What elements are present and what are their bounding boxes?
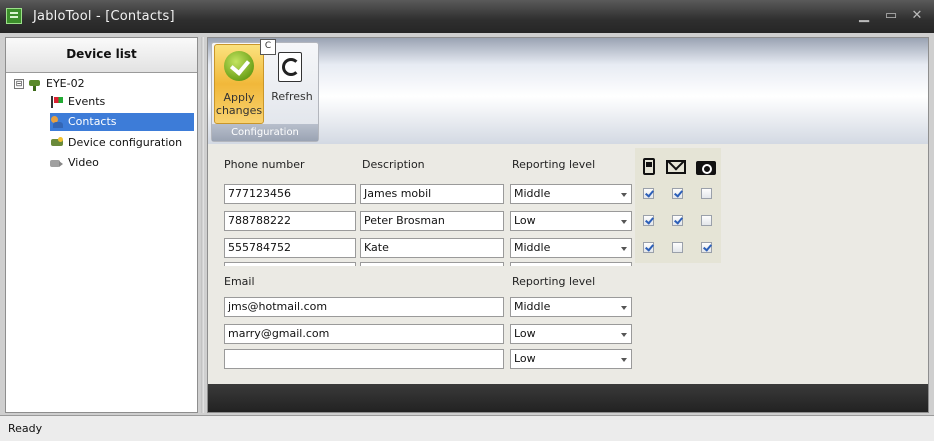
panel-splitter[interactable] xyxy=(198,37,207,413)
camera-checkbox[interactable] xyxy=(701,242,712,253)
email-field[interactable] xyxy=(224,349,504,369)
tree-item-label: Events xyxy=(68,95,106,108)
jablotool-app-icon xyxy=(6,8,22,24)
reporting-level-header: Reporting level xyxy=(512,158,596,171)
dropdown-arrow-icon xyxy=(621,247,627,251)
tree-root-label: EYE-02 xyxy=(46,77,85,90)
reporting-level-value: Middle xyxy=(514,241,551,254)
description-field[interactable]: Kate xyxy=(360,238,504,258)
title-bar: JabloTool - [Contacts] ▁ ▭ ✕ xyxy=(0,0,934,33)
reporting-level-select[interactable]: Middle xyxy=(510,238,632,258)
reporting-level-value: Low xyxy=(514,214,536,227)
keytip-badge: C xyxy=(260,39,276,55)
refresh-icon xyxy=(278,52,302,82)
email-checkbox[interactable] xyxy=(672,215,683,226)
device-configuration-icon xyxy=(50,137,64,149)
description-field-partial[interactable] xyxy=(360,262,504,266)
tree-item-label: Device configuration xyxy=(68,136,183,149)
apply-label-line2: changes xyxy=(215,104,263,117)
phone-icon xyxy=(640,154,660,176)
description-header: Description xyxy=(362,158,425,171)
description-field[interactable]: James mobil xyxy=(360,184,504,204)
bottom-bar xyxy=(208,384,928,412)
phone-number-field[interactable]: 777123456 xyxy=(224,184,356,204)
email-reporting-level-select[interactable]: Middle xyxy=(510,297,632,317)
reporting-level-select[interactable]: Low xyxy=(510,211,632,231)
email-checkbox[interactable] xyxy=(672,188,683,199)
reporting-level-select-partial[interactable] xyxy=(510,262,632,266)
camera-icon xyxy=(695,154,716,176)
collapse-icon[interactable]: ⊟ xyxy=(14,79,24,89)
events-icon xyxy=(50,96,64,108)
minimize-button[interactable]: ▁ xyxy=(854,6,874,26)
dropdown-arrow-icon xyxy=(621,358,627,362)
apply-label-line1: Apply xyxy=(223,91,255,104)
phone-number-field-partial[interactable] xyxy=(224,262,356,266)
email-field[interactable]: jms@hotmail.com xyxy=(224,297,504,317)
dropdown-arrow-icon xyxy=(621,306,627,310)
reporting-level-value: Low xyxy=(514,352,536,365)
dropdown-arrow-icon xyxy=(621,193,627,197)
device-icon xyxy=(28,77,42,91)
email-checkbox[interactable] xyxy=(672,242,683,253)
reporting-level-value: Middle xyxy=(514,187,551,200)
phone-checkbox[interactable] xyxy=(643,188,654,199)
configuration-group-label: Configuration xyxy=(212,124,318,141)
email-reporting-level-select[interactable]: Low xyxy=(510,324,632,344)
tree-item-video[interactable]: Video xyxy=(50,154,194,172)
device-list-header: Device list xyxy=(6,38,197,73)
tree-item-label: Video xyxy=(68,156,99,169)
status-bar: Ready xyxy=(0,415,934,441)
device-list-panel: Device list ⊟ EYE-02 Events Contacts Dev… xyxy=(5,37,198,413)
maximize-button[interactable]: ▭ xyxy=(881,6,901,26)
apply-changes-button[interactable]: Apply changes xyxy=(214,44,264,124)
email-icon xyxy=(665,154,686,176)
camera-checkbox[interactable] xyxy=(701,188,712,199)
tree-item-contacts[interactable]: Contacts xyxy=(50,113,194,131)
email-field[interactable]: marry@gmail.com xyxy=(224,324,504,344)
phone-number-header: Phone number xyxy=(224,158,305,171)
ribbon: Apply changes Refresh C Configuration xyxy=(208,38,928,145)
contacts-panel: Apply changes Refresh C Configuration Ph… xyxy=(207,37,929,413)
refresh-label: Refresh xyxy=(271,90,313,103)
description-field[interactable]: Peter Brosman xyxy=(360,211,504,231)
tree-item-events[interactable]: Events xyxy=(50,93,194,111)
phone-number-field[interactable]: 788788222 xyxy=(224,211,356,231)
reporting-level-value: Low xyxy=(514,327,536,340)
dropdown-arrow-icon xyxy=(621,333,627,337)
close-button[interactable]: ✕ xyxy=(907,6,927,26)
tree-item-device-configuration[interactable]: Device configuration xyxy=(50,134,194,152)
window-title: JabloTool - [Contacts] xyxy=(33,9,175,24)
email-header: Email xyxy=(224,275,255,288)
refresh-button[interactable]: Refresh xyxy=(267,44,317,124)
dropdown-arrow-icon xyxy=(621,220,627,224)
camera-checkbox[interactable] xyxy=(701,215,712,226)
configuration-group: Apply changes Refresh C Configuration xyxy=(211,39,319,142)
phone-number-field[interactable]: 555784752 xyxy=(224,238,356,258)
video-icon xyxy=(50,157,64,169)
email-reporting-level-select[interactable]: Low xyxy=(510,349,632,369)
contacts-icon xyxy=(50,116,64,128)
email-reporting-level-header: Reporting level xyxy=(512,275,596,288)
contacts-form: Phone number Description Reporting level… xyxy=(208,144,928,384)
phone-checkbox[interactable] xyxy=(643,215,654,226)
phone-checkbox[interactable] xyxy=(643,242,654,253)
status-text: Ready xyxy=(8,422,43,435)
reporting-level-value: Middle xyxy=(514,300,551,313)
tree-item-label: Contacts xyxy=(68,115,117,128)
checkmark-icon xyxy=(224,51,254,81)
reporting-level-select[interactable]: Middle xyxy=(510,184,632,204)
